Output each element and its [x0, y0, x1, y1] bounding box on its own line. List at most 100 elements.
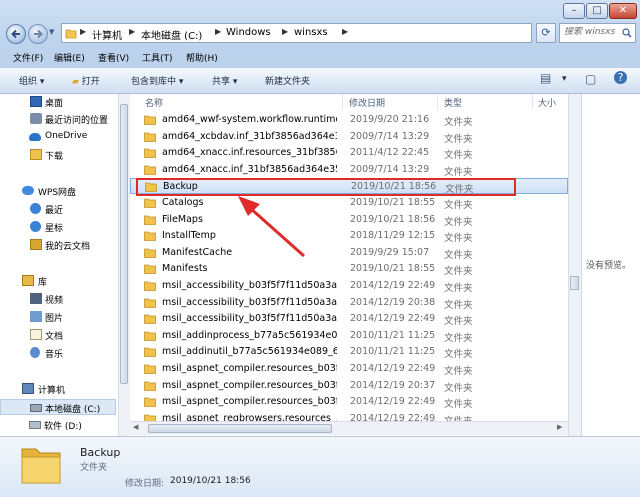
table-row[interactable]: InstallTemp 2018/11/29 12:15 文件夹 — [130, 228, 568, 244]
breadcrumb-local-disk[interactable]: 本地磁盘 (C:) — [141, 27, 202, 42]
nav-label: 最近 — [45, 206, 64, 216]
breadcrumb-windows[interactable]: Windows — [226, 27, 271, 38]
column-header-name[interactable]: 名称 — [145, 96, 163, 109]
file-modified: 2011/4/12 22:45 — [350, 147, 430, 159]
breadcrumb-computer[interactable]: 计算机 — [92, 27, 122, 42]
file-modified: 2019/10/21 18:56 — [350, 213, 436, 225]
search-icon[interactable] — [622, 28, 632, 38]
help-icon[interactable]: ? — [614, 71, 627, 84]
navigation-scrollbar-thumb[interactable] — [120, 104, 128, 384]
file-name: amd64_wwf-system.workflow.runtime... — [162, 114, 337, 125]
nav-item-computer[interactable]: 计算机 — [0, 381, 116, 397]
menu-view[interactable]: 查看(V) — [98, 51, 129, 64]
nav-label: 我的云文档 — [45, 242, 91, 252]
breadcrumb-winsxs[interactable]: winsxs — [294, 27, 328, 38]
column-divider[interactable] — [532, 94, 533, 110]
chevron-down-icon[interactable]: ▾ — [562, 74, 567, 84]
folder-icon — [144, 397, 156, 408]
table-row[interactable]: amd64_xnacc.inf.resources_31bf3856... 201… — [130, 145, 568, 161]
clock-icon — [30, 203, 41, 214]
share-label: 共享 — [212, 77, 231, 87]
search-input[interactable] — [564, 27, 620, 37]
file-type: 文件夹 — [444, 233, 473, 245]
table-row[interactable]: msil_addinprocess_b77a5c561934e08... 2010… — [130, 328, 568, 344]
file-list: 名称 修改日期 类型 大小 amd64_wwf-system.workflow.… — [130, 94, 570, 436]
scroll-left-icon[interactable]: ◀ — [133, 423, 138, 431]
nav-item-downloads[interactable]: 下载 — [0, 147, 116, 163]
open-button[interactable]: ▰ 打开 — [72, 74, 100, 87]
table-row[interactable]: amd64_xnacc.inf_31bf3856ad364e35_... 2009… — [130, 162, 568, 178]
nav-label: 桌面 — [45, 99, 64, 109]
table-row[interactable]: msil_accessibility_b03f5f7f11d50a3a_... 2… — [130, 295, 568, 311]
nav-item-local-disk-c[interactable]: 本地磁盘 (C:) — [0, 399, 116, 415]
back-button[interactable] — [6, 24, 26, 44]
nav-label: 音乐 — [45, 350, 64, 360]
file-type: 文件夹 — [444, 133, 473, 145]
table-row[interactable]: amd64_wwf-system.workflow.runtime... 2019… — [130, 112, 568, 128]
new-folder-button[interactable]: 新建文件夹 — [265, 74, 310, 87]
minimize-button[interactable]: – — [563, 3, 585, 19]
chevron-down-icon: ▾ — [232, 77, 238, 87]
nav-item-pictures[interactable]: 图片 — [0, 309, 116, 325]
nav-item-drive-d[interactable]: 软件 (D:) — [0, 417, 116, 433]
maximize-button[interactable]: □ — [586, 3, 608, 19]
picture-library-icon — [30, 311, 42, 322]
view-options-icon[interactable]: ▤ — [540, 71, 551, 85]
search-box[interactable] — [559, 23, 636, 43]
close-button[interactable]: ✕ — [609, 3, 637, 19]
column-header-modified[interactable]: 修改日期 — [349, 96, 385, 109]
column-header-type[interactable]: 类型 — [444, 96, 462, 109]
table-row[interactable]: msil_accessibility_b03f5f7f11d50a3a_... 2… — [130, 278, 568, 294]
column-divider[interactable] — [437, 94, 438, 110]
nav-item-music[interactable]: 音乐 — [0, 345, 116, 361]
nav-item-desktop[interactable]: 桌面 — [0, 94, 116, 110]
nav-label: WPS网盘 — [38, 188, 77, 198]
organize-button[interactable]: 组织 ▾ — [19, 74, 44, 87]
column-divider[interactable] — [342, 94, 343, 110]
address-bar[interactable]: ▶ 计算机 ▶ 本地磁盘 (C:) ▶ Windows ▶ winsxs ▶ ▼ — [61, 23, 584, 43]
table-row[interactable]: msil_aspnet_compiler.resources_b03f... 20… — [130, 394, 568, 410]
menu-edit[interactable]: 编辑(E) — [54, 51, 85, 64]
table-row[interactable]: amd64_xcbdav.inf_31bf3856ad364e3... 2009/… — [130, 129, 568, 145]
table-row[interactable]: Catalogs 2019/10/21 18:55 文件夹 — [130, 195, 568, 211]
scroll-right-icon[interactable]: ▶ — [557, 423, 562, 431]
horizontal-scrollbar-thumb[interactable] — [148, 424, 332, 433]
file-name: amd64_xnacc.inf_31bf3856ad364e35_... — [162, 163, 337, 175]
table-row[interactable]: msil_addinutil_b77a5c561934e089_6.1... 20… — [130, 344, 568, 360]
table-row[interactable]: FileMaps 2019/10/21 18:56 文件夹 — [130, 212, 568, 228]
nav-item-onedrive[interactable]: OneDrive — [0, 129, 116, 145]
menu-tools[interactable]: 工具(T) — [142, 51, 173, 64]
include-in-library-button[interactable]: 包含到库中 ▾ — [131, 74, 183, 87]
preview-pane-icon[interactable]: ▢ — [585, 72, 596, 86]
table-row[interactable]: msil_aspnet_compiler.resources_b03f... 20… — [130, 378, 568, 394]
nav-item-libraries[interactable]: 库 — [0, 273, 116, 289]
menu-help[interactable]: 帮助(H) — [186, 51, 218, 64]
nav-item-documents[interactable]: 文档 — [0, 327, 116, 343]
recent-pages-dropdown-icon[interactable]: ▼ — [49, 28, 59, 38]
table-row[interactable]: Manifests 2019/10/21 18:55 文件夹 — [130, 261, 568, 277]
nav-item-starred[interactable]: 星标 — [0, 219, 116, 235]
file-name: msil_aspnet_compiler.resources_b03f... — [162, 379, 337, 391]
share-button[interactable]: 共享 ▾ — [212, 74, 237, 87]
recent-places-icon — [30, 113, 42, 124]
vertical-scrollbar[interactable] — [568, 94, 581, 436]
nav-item-recent-places[interactable]: 最近访问的位置 — [0, 111, 116, 127]
file-type: 文件夹 — [444, 200, 473, 211]
table-row[interactable]: ManifestCache 2019/9/29 15:07 文件夹 — [130, 245, 568, 261]
forward-button[interactable] — [28, 24, 48, 44]
video-library-icon — [30, 293, 42, 304]
onedrive-icon — [29, 133, 41, 141]
menu-file[interactable]: 文件(F) — [13, 51, 43, 64]
file-modified: 2014/12/19 22:49 — [350, 363, 436, 374]
column-header-size[interactable]: 大小 — [538, 96, 556, 109]
nav-item-recent[interactable]: 最近 — [0, 201, 116, 217]
nav-label: 下载 — [45, 152, 64, 162]
nav-item-wps-cloud[interactable]: WPS网盘 — [0, 183, 116, 199]
refresh-button[interactable]: ⟳ — [536, 23, 556, 43]
nav-item-cloud-docs[interactable]: 我的云文档 — [0, 237, 116, 253]
nav-item-videos[interactable]: 视频 — [0, 291, 116, 307]
table-row[interactable]: msil_aspnet_compiler.resources_b03f... 20… — [130, 361, 568, 377]
table-row[interactable]: msil_accessibility_b03f5f7f11d50a3a_... 2… — [130, 311, 568, 327]
vertical-scrollbar-thumb[interactable] — [570, 276, 579, 290]
folder-icon — [144, 198, 156, 208]
